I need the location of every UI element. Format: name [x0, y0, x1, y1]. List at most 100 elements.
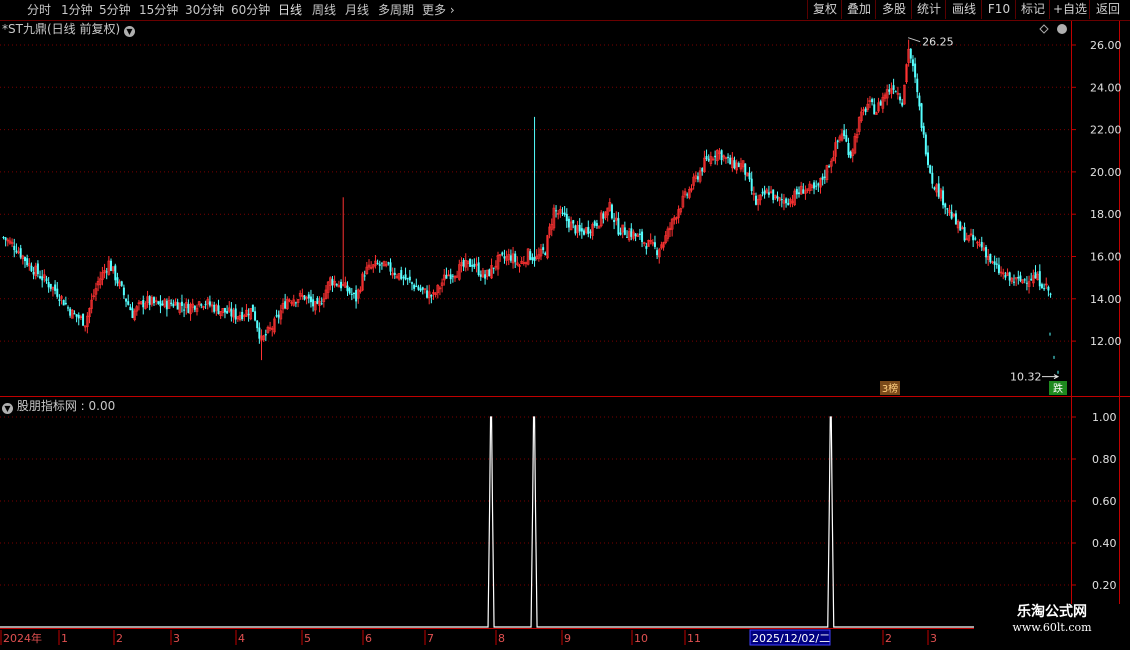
candle-body [127, 301, 130, 305]
candle-body [234, 308, 237, 320]
candle-body [380, 262, 383, 264]
candle-body [419, 288, 422, 291]
candle-body [1040, 284, 1043, 289]
candle-body [471, 264, 474, 267]
candle-body [989, 253, 992, 263]
time-axis-label: 7 [427, 632, 434, 645]
candle-body [67, 307, 69, 309]
indicator-title-text: 股朋指标网 : 0.00 [16, 399, 116, 413]
candle-body [110, 260, 112, 271]
chevron-down-icon[interactable]: ▼ [123, 26, 135, 37]
time-axis-label: 9 [564, 632, 571, 645]
candle-body [309, 296, 312, 303]
candle-body [509, 255, 512, 261]
candle-body [785, 198, 788, 204]
candle-body [122, 287, 125, 296]
candle-body [767, 192, 770, 195]
candle-body [114, 265, 117, 281]
candle-body [871, 99, 874, 103]
candle-body [942, 190, 945, 206]
badge-right-text: 跌 [1053, 382, 1063, 395]
candle-body [892, 85, 895, 90]
candle-body [226, 310, 229, 314]
candle-body [755, 195, 757, 205]
candle-body [972, 234, 975, 241]
candle-body [1030, 278, 1033, 281]
main-tick-label: 16.00 [1090, 251, 1122, 264]
candle-body [413, 284, 416, 289]
candle-body [492, 267, 495, 269]
candle-body [645, 246, 648, 249]
badge-left-text: 3榜 [882, 382, 898, 395]
candle-body [172, 303, 175, 307]
sub-tick-label: 1.00 [1092, 411, 1117, 424]
time-axis-label: 1 [61, 632, 68, 645]
candle-body [69, 308, 72, 316]
candle-body [193, 305, 196, 310]
candle-body [916, 78, 919, 93]
candle-body [82, 313, 85, 326]
candle-body [352, 293, 355, 295]
candle-body [62, 300, 65, 306]
candle-body [421, 287, 424, 290]
candle-body [593, 221, 596, 226]
time-axis-label: 2 [116, 632, 123, 645]
candle-body [714, 155, 717, 158]
candle-body [404, 274, 407, 280]
candle-body [451, 275, 454, 277]
candle-body [449, 274, 452, 280]
candle-body [241, 311, 244, 320]
candle-body [275, 315, 278, 317]
stock-title-text: *ST九鼎(日线 前复权) [2, 22, 121, 36]
candle-body [247, 313, 250, 316]
candle-body [888, 89, 891, 92]
candle-body [567, 218, 570, 228]
watermark-url: www.60lt.com [1012, 621, 1092, 634]
candle-body [937, 183, 940, 197]
candle-body [393, 272, 396, 276]
watermark: 乐淘公式网 www.60lt.com [974, 604, 1130, 634]
candle-body [105, 271, 108, 273]
sub-tick-label: 0.40 [1092, 537, 1117, 550]
chevron-down-icon[interactable] [1057, 24, 1067, 34]
candle-body [705, 155, 708, 160]
candle-body [763, 190, 766, 195]
candle-body [1043, 288, 1046, 290]
candle-body [656, 250, 659, 256]
candle-body [1025, 282, 1028, 284]
candle-body [1019, 275, 1022, 281]
candle-body [922, 126, 925, 135]
candle-body [223, 307, 226, 313]
high-price-label: 26.25 [922, 36, 954, 49]
candle-body [484, 274, 487, 279]
diamond-icon[interactable] [1039, 24, 1049, 34]
candle-body [387, 262, 390, 264]
chevron-down-icon[interactable]: ▼ [2, 403, 13, 414]
candle-body [120, 281, 123, 286]
candle-body [376, 262, 379, 264]
candle-body [430, 295, 433, 297]
candle-body [251, 304, 254, 312]
candle-body [4, 237, 7, 240]
candle-body [426, 290, 429, 298]
candle-body [1013, 281, 1015, 283]
candle-body [312, 299, 315, 307]
candle-body [469, 259, 472, 267]
candle-body [864, 108, 867, 113]
candle-body [406, 278, 409, 280]
candle-body [836, 140, 839, 143]
candle-body [1049, 293, 1052, 295]
candle-body [696, 176, 699, 180]
candle-body [894, 91, 897, 93]
time-axis-label: 3 [930, 632, 937, 645]
candle-body [415, 285, 418, 288]
candle-body [1047, 286, 1050, 291]
candle-body [626, 236, 628, 238]
candle-body [920, 103, 923, 128]
candle-body [264, 333, 267, 336]
candle-body [630, 228, 633, 237]
candle-body [761, 192, 764, 194]
stock-chart[interactable]: 26.00 24.00 22.00 20.00 18.00 16.00 14.00 12.00… [0, 0, 1130, 650]
candle-body [15, 250, 18, 253]
candle-body [230, 308, 233, 317]
